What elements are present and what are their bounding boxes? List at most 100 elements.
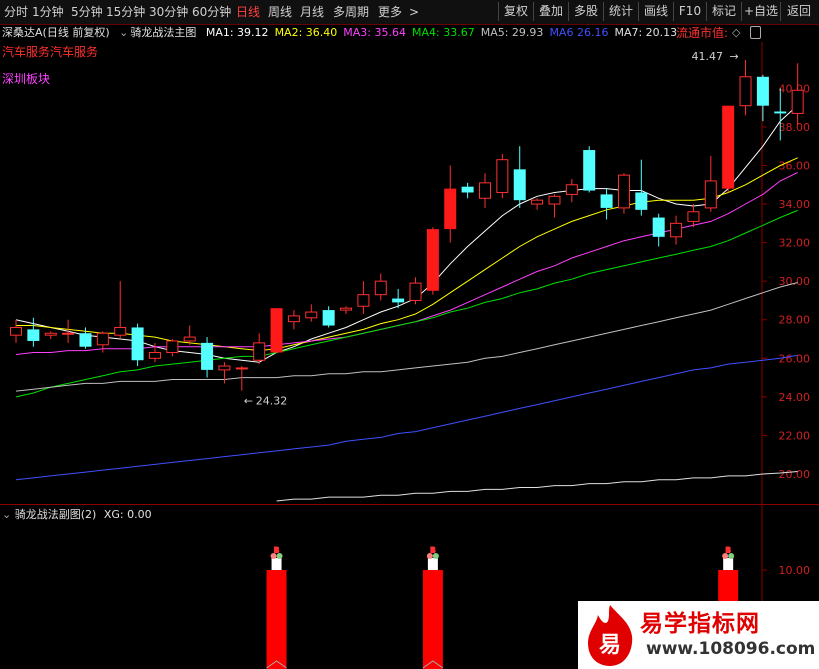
candle-body <box>79 333 92 347</box>
candle-body <box>600 194 613 208</box>
y-tick-label: 32.00 <box>779 237 811 250</box>
stock-name: 深桑达A <box>2 26 43 39</box>
logo-glyph: 易 <box>599 633 621 658</box>
candle-body <box>722 105 735 189</box>
tab-30min[interactable]: 30分钟 <box>149 3 188 21</box>
candle-body <box>166 340 179 354</box>
sub-y-tick-label: 10.00 <box>779 564 811 577</box>
dropdown-circle-icon[interactable]: ⌄ <box>2 508 11 521</box>
candle-body <box>148 352 161 359</box>
statistics-button[interactable]: 统计 <box>603 2 638 21</box>
signal-bar <box>266 570 287 669</box>
candle-body <box>426 229 439 291</box>
signal-marker-stem <box>271 558 282 571</box>
signal-marker-stem <box>427 558 438 571</box>
candle-body <box>96 332 109 346</box>
candle-body <box>635 192 648 210</box>
kline-chart[interactable]: 20.0022.0024.0026.0028.0030.0032.0034.00… <box>0 42 819 505</box>
y-tick-label: 34.00 <box>779 198 811 211</box>
f10-button[interactable]: F10 <box>673 2 706 21</box>
candle-body <box>704 180 717 209</box>
candle-body <box>617 174 630 209</box>
period-toolbar: 分时 1分钟 5分钟 15分钟 30分钟 60分钟 日线 周线 月线 多周期 更… <box>0 0 819 25</box>
candle-body <box>652 217 665 237</box>
candle-body <box>322 310 335 326</box>
candle-body <box>114 326 127 336</box>
candle-body <box>44 332 57 336</box>
period-label: (日线 前复权) <box>42 26 110 39</box>
high-price-arrow: → <box>730 50 739 63</box>
ma-legend-item: MA3: 35.64 <box>343 26 406 39</box>
candle-body <box>513 169 526 201</box>
sub-indicator-header: ⌄ 骑龙战法副图(2) XG: 0.00 <box>2 507 152 523</box>
diamond-icon[interactable]: ◇ <box>732 24 740 42</box>
site-url: www.108096.com <box>646 639 816 659</box>
dropdown-circle-icon[interactable]: ⌄ <box>119 26 128 39</box>
tab-15min[interactable]: 15分钟 <box>106 3 145 21</box>
low-price-label: 24.32 <box>256 395 288 408</box>
candle-body <box>218 365 231 371</box>
low-price-arrow: ← <box>244 395 253 408</box>
site-name: 易学指标网 <box>640 611 760 637</box>
y-tick-label: 26.00 <box>779 352 811 365</box>
candle-body <box>357 294 370 307</box>
ma-line-ma6 <box>15 354 798 481</box>
candle-body <box>27 329 40 341</box>
add-watchlist-button[interactable]: +自选 <box>741 2 780 21</box>
candle-body <box>235 367 248 370</box>
chevron-right-icon[interactable]: > <box>409 3 419 21</box>
main-indicator-name[interactable]: 骑龙战法主图 <box>130 26 196 39</box>
tab-fenshi[interactable]: 分时 <box>4 3 28 21</box>
y-tick-label: 38.00 <box>779 121 811 134</box>
candle-body <box>461 186 474 193</box>
overlay-button[interactable]: 叠加 <box>533 2 568 21</box>
candle-body <box>10 326 22 336</box>
ma-legend-item: MA2: 36.40 <box>274 26 338 39</box>
candle-body <box>62 332 75 335</box>
candle-body <box>374 280 387 296</box>
draw-line-button[interactable]: 画线 <box>638 2 673 21</box>
multi-stock-button[interactable]: 多股 <box>568 2 603 21</box>
high-price-label: 41.47 <box>692 50 724 63</box>
candle-body <box>409 282 422 301</box>
tab-60min[interactable]: 60分钟 <box>192 3 231 21</box>
candle-body <box>670 222 683 238</box>
candle-body <box>253 342 266 361</box>
candle-body <box>531 199 544 205</box>
tab-more[interactable]: 更多 <box>378 3 402 21</box>
candle-body <box>791 89 804 114</box>
candle-body <box>565 184 578 195</box>
y-tick-label: 28.00 <box>779 314 811 327</box>
signal-marker-stem <box>723 558 734 571</box>
tab-daily[interactable]: 日线 <box>236 3 260 21</box>
candle-body <box>183 336 196 342</box>
candle-body <box>548 195 561 205</box>
panel-toggle-icon[interactable] <box>750 26 761 39</box>
ma-line-ma7 <box>276 471 798 502</box>
tab-monthly[interactable]: 月线 <box>300 3 324 21</box>
candle-body <box>131 327 144 361</box>
tab-1min[interactable]: 1分钟 <box>32 3 64 21</box>
ma-legend-item: MA7: 20.13 <box>614 26 678 39</box>
candle-body <box>687 211 700 222</box>
float-cap-label: 流通市值: <box>676 26 729 40</box>
ma-legend-item: MA4: 33.67 <box>412 26 475 39</box>
tab-weekly[interactable]: 周线 <box>268 3 292 21</box>
fuquan-button[interactable]: 复权 <box>498 2 533 21</box>
candle-body <box>774 111 787 114</box>
signal-bar <box>422 570 443 669</box>
back-button[interactable]: 返回 <box>780 2 817 21</box>
candle-body <box>583 150 596 191</box>
candle-body <box>305 311 318 319</box>
mark-button[interactable]: 标记 <box>706 2 741 21</box>
tab-5min[interactable]: 5分钟 <box>71 3 103 21</box>
sub-indicator-name[interactable]: 骑龙战法副图(2) <box>15 508 97 521</box>
y-tick-label: 20.00 <box>779 468 811 481</box>
candle-body <box>444 188 457 230</box>
y-tick-label: 24.00 <box>779 391 811 404</box>
indicator-info-bar: 深桑达A(日线 前复权) ⌄ 骑龙战法主图 MA1: 39.12 MA2: 36.4… <box>0 24 770 42</box>
candle-body <box>496 159 509 193</box>
ma-line-ma2 <box>16 157 798 352</box>
tab-multi-period[interactable]: 多周期 <box>333 3 369 21</box>
signal-label: B <box>429 546 436 556</box>
